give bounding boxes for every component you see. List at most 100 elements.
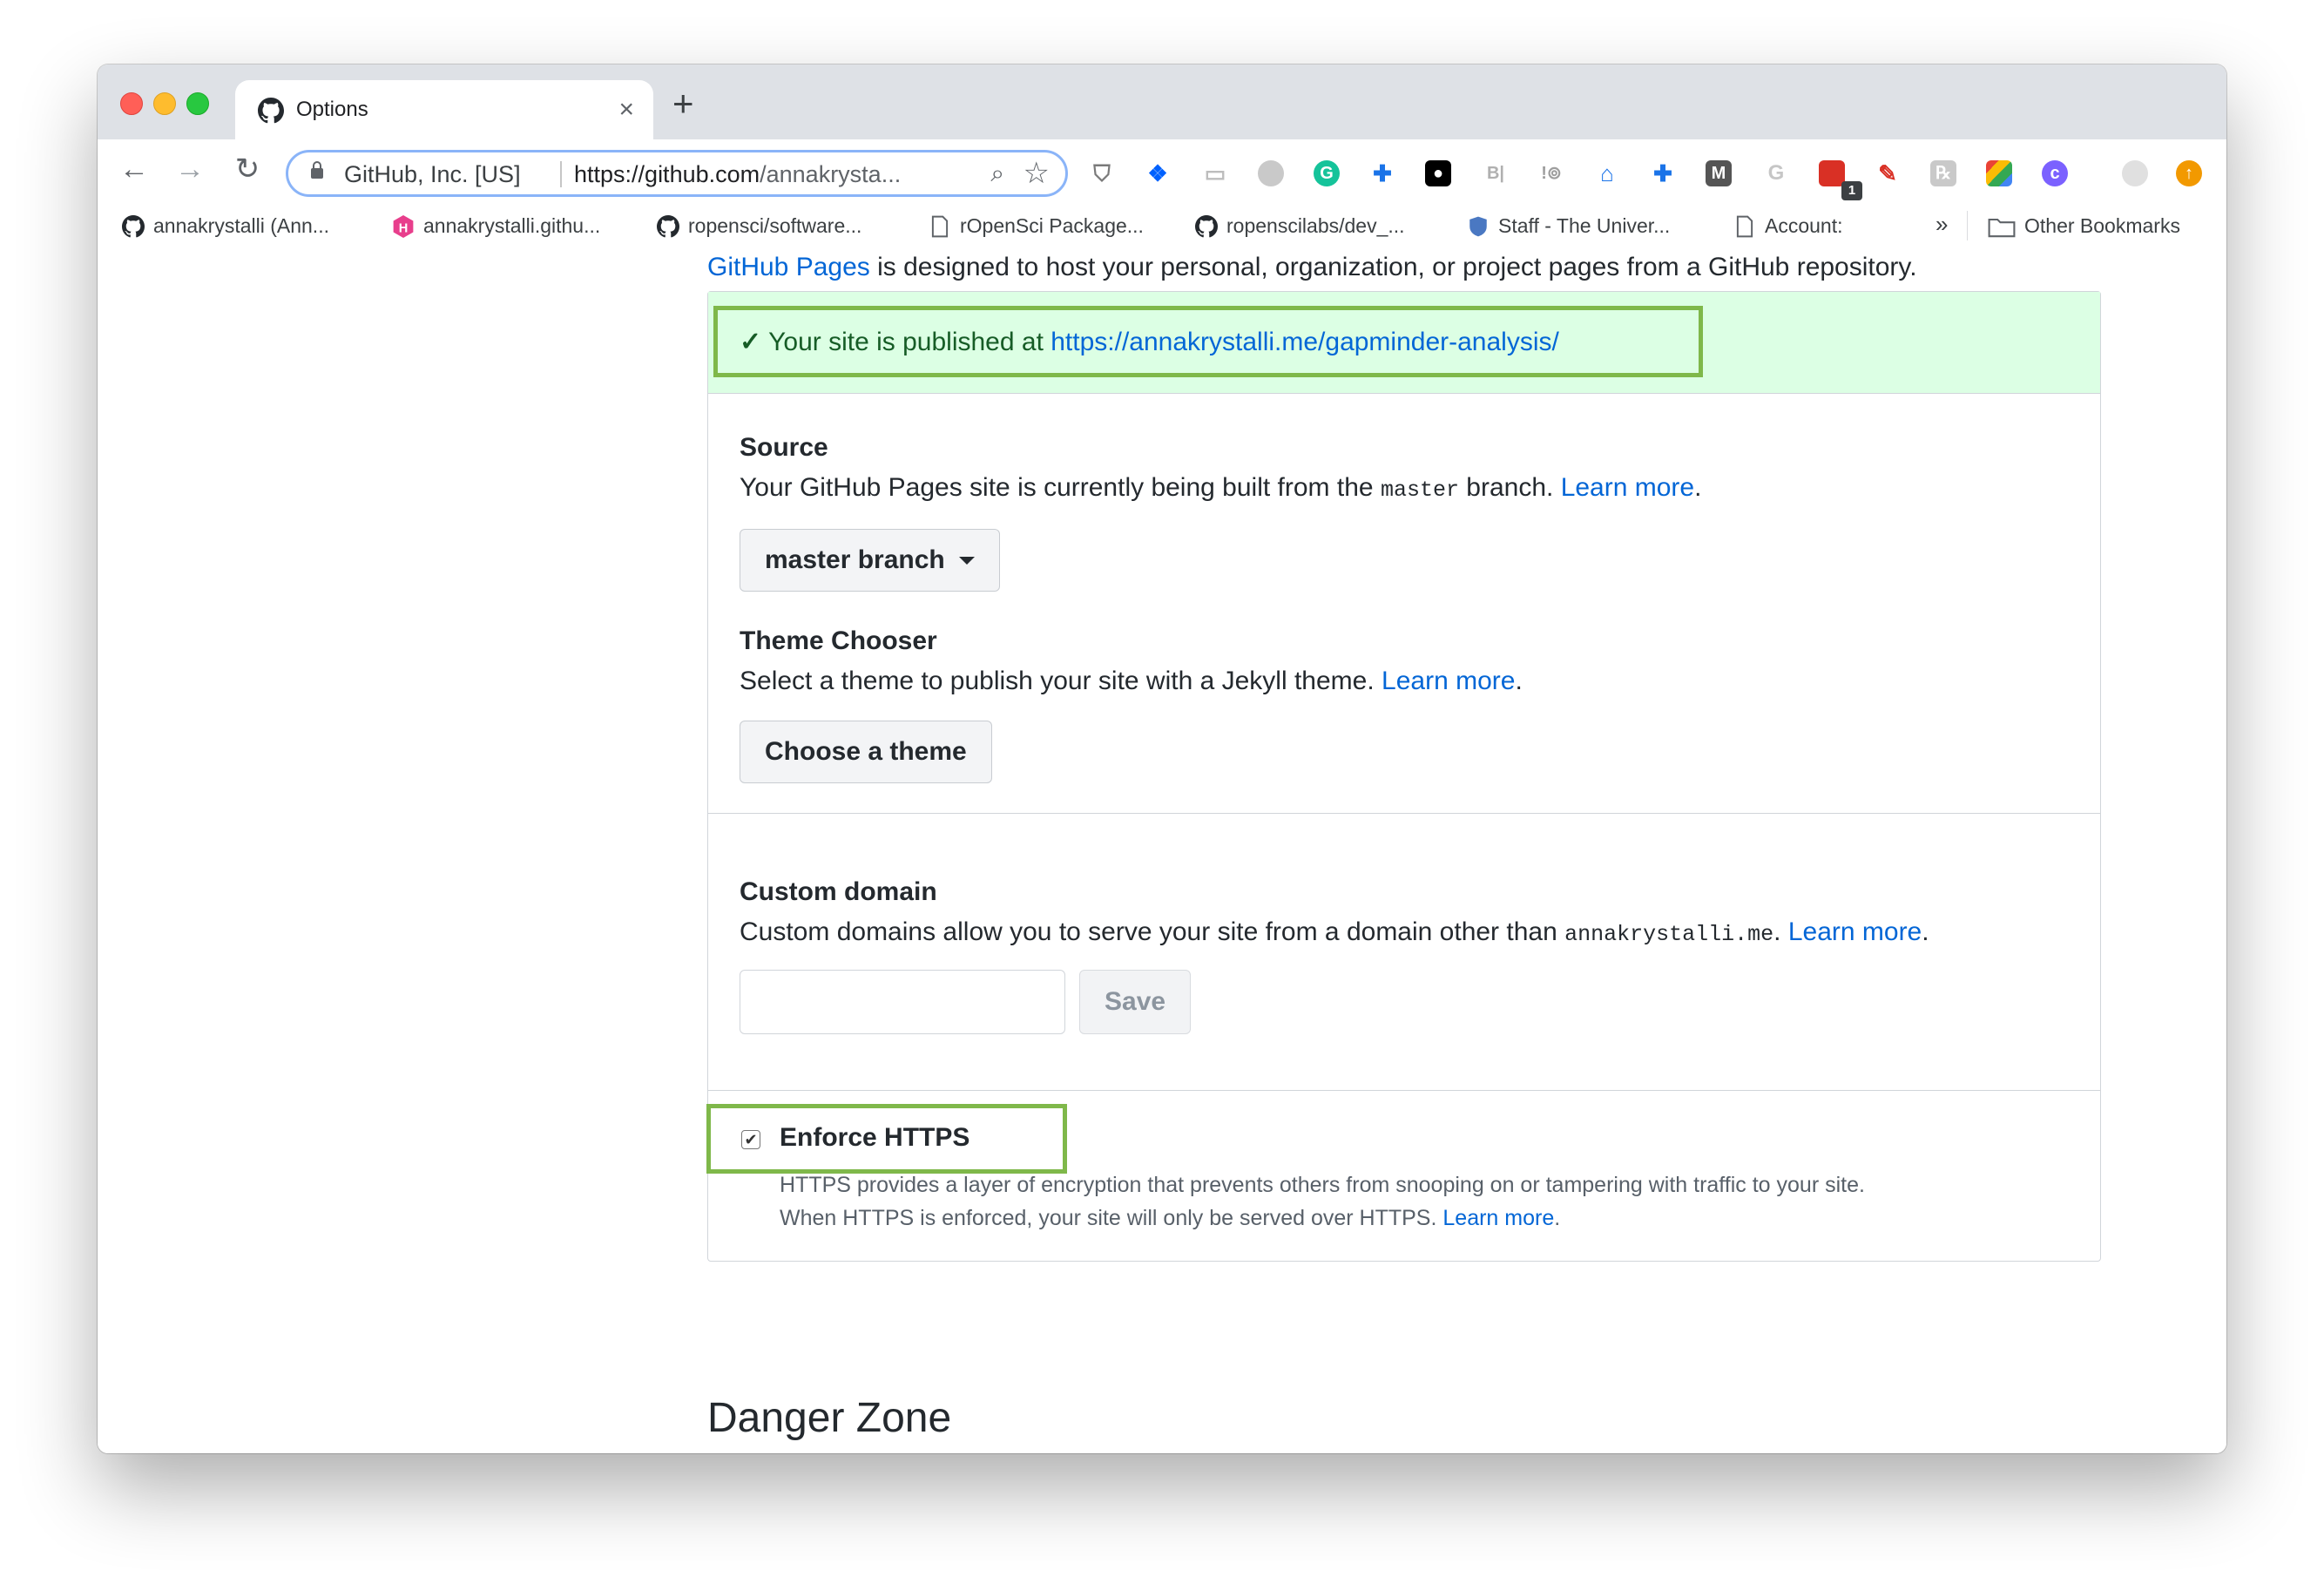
reload-button[interactable]: ↻ [230,152,265,186]
google-extension-icon[interactable]: G [1763,160,1789,186]
pages-intro-text: is designed to host your personal, organ… [869,253,1917,281]
bookmark-item[interactable]: Account: [1733,214,1843,238]
shield-extension-icon[interactable]: ⛉ [1089,160,1115,186]
https-learn-more-link[interactable]: Learn more [1442,1206,1554,1230]
puzzle-extension-icon[interactable]: ✚ [1369,160,1395,186]
profile-avatar-icon[interactable] [2122,160,2148,186]
zoom-icon[interactable]: ⌕ [990,159,1004,188]
google-colors-extension-icon[interactable] [1986,160,2012,186]
custom-domain-text-after: . [1773,917,1788,946]
caret-down-icon [958,557,975,565]
url-scheme: https:// [574,161,645,187]
github-icon [1195,215,1218,238]
url-text: https://github.com/annakrysta... [574,161,901,188]
custom-domain-period: . [1922,917,1929,946]
bookmarks-overflow-button[interactable]: » [1936,211,1948,238]
branch-select-button[interactable]: master branch [740,529,1000,592]
github-pages-link[interactable]: GitHub Pages [707,253,870,281]
published-flash: ✓ Your site is published at https://annak… [708,292,2100,394]
bookmark-item[interactable]: ropenscilabs/dev_... [1195,214,1405,238]
new-tab-button[interactable]: + [672,85,694,122]
custom-domain-learn-more-link[interactable]: Learn more [1788,917,1922,946]
custom-domain-title: Custom domain [740,877,937,906]
github-icon [258,98,284,124]
circle-extension-icon[interactable]: c [2042,160,2068,186]
annotation-highlight [713,306,1703,377]
medium-icon[interactable]: M [1706,160,1732,186]
minimize-window-button[interactable] [153,92,176,115]
theme-learn-more-link[interactable]: Learn more [1382,667,1515,695]
translate-extension-icon[interactable]: ℞ [1930,160,1956,186]
section-divider [708,1090,2100,1091]
url-host: github.com [645,161,760,187]
https-note: HTTPS provides a layer of encryption tha… [780,1168,1865,1235]
forward-button[interactable]: → [172,152,207,186]
other-bookmarks[interactable]: Other Bookmarks [1988,214,2180,238]
bookmarks-separator [1967,211,1968,240]
github-icon [657,215,679,238]
https-note-text: When HTTPS is enforced, your site will o… [780,1206,1443,1230]
source-text: Your GitHub Pages site is currently bein… [740,473,1381,502]
custom-domain-input[interactable] [740,970,1065,1034]
bookmark-label: Staff - The Univer... [1498,214,1671,237]
folder-icon [1988,218,2016,238]
bookmark-item[interactable]: ropensci/software... [657,214,861,238]
lock-extension-icon[interactable]: ● [1425,160,1451,186]
eyedropper-extension-icon[interactable]: ✎ [1875,160,1901,186]
bi-extension-icon[interactable]: B| [1483,160,1509,186]
tab-options[interactable]: Options × [235,80,653,139]
theme-description: Select a theme to publish your site with… [740,667,1523,696]
annotation-highlight [706,1104,1067,1174]
back-button[interactable]: ← [117,152,152,186]
tab-strip: Options × + [98,64,2226,139]
branch-select-label: master branch [765,545,945,574]
bookmark-star-icon[interactable]: ☆ [1024,156,1050,191]
other-bookmarks-label: Other Bookmarks [2024,214,2180,237]
browser-window: Options × + ← → ↻ GitHub, Inc. [US] http… [98,64,2226,1453]
page-icon [1736,215,1753,238]
tab-title: Options [296,98,368,121]
close-window-button[interactable] [120,92,143,115]
shield-icon [1469,216,1487,237]
custom-domain-description: Custom domains allow you to serve your s… [740,917,1929,947]
bookmark-label: ropensci/software... [688,214,862,237]
source-period: . [1694,473,1702,502]
site-identity: GitHub, Inc. [US] [344,161,521,187]
puzzle-extension-icon-2[interactable]: ✚ [1650,160,1676,186]
custom-domain-text: Custom domains allow you to serve your s… [740,917,1565,946]
bookmark-label: annakrystalli (Ann... [153,214,329,237]
choose-theme-button[interactable]: Choose a theme [740,721,992,783]
bookmark-label: annakrystalli.githu... [423,214,601,237]
source-description: Your GitHub Pages site is currently bein… [740,473,1701,503]
section-divider [708,813,2100,814]
page-content: GitHub Pages is designed to host your pe… [98,251,2226,1453]
comment-extension-icon[interactable]: ▭ [1202,160,1228,186]
address-bar[interactable]: GitHub, Inc. [US] https://github.com/ann… [286,150,1068,197]
gear-extension-icon[interactable] [1258,160,1284,186]
bookmark-item[interactable]: Staff - The Univer... [1467,214,1670,238]
bookmark-label: ropenscilabs/dev_... [1226,214,1405,237]
source-title: Source [740,433,828,462]
zoom-window-button[interactable] [186,92,209,115]
dropbox-icon[interactable]: ❖ [1145,160,1171,186]
bookmark-item[interactable]: annakrystalli (Ann... [122,214,329,238]
omnibox-separator [560,161,562,187]
branch-code: master [1380,477,1459,503]
exclaim-extension-icon[interactable]: !⊚ [1538,160,1564,186]
danger-zone-title: Danger Zone [707,1395,952,1441]
pages-settings-box: ✓ Your site is published at https://annak… [706,291,2101,1262]
bookmark-item[interactable]: Hannakrystalli.githu... [392,214,600,238]
theme-period: . [1515,667,1523,695]
bookmarks-bar: annakrystalli (Ann... Hannakrystalli.git… [98,200,2226,252]
https-note-line2: When HTTPS is enforced, your site will o… [780,1202,1865,1235]
save-button[interactable]: Save [1079,970,1192,1034]
close-tab-icon[interactable]: × [618,94,634,125]
grammarly-icon[interactable]: G [1314,160,1340,186]
hexagon-icon: H [393,215,414,238]
update-icon[interactable]: ↑ [2176,160,2202,186]
source-learn-more-link[interactable]: Learn more [1561,473,1694,502]
bookmark-item[interactable]: rOpenSci Package... [929,214,1144,238]
browser-toolbar: ← → ↻ GitHub, Inc. [US] https://github.c… [98,139,2226,200]
building-extension-icon[interactable]: ⌂ [1594,160,1620,186]
source-text-after: branch. [1458,473,1561,502]
